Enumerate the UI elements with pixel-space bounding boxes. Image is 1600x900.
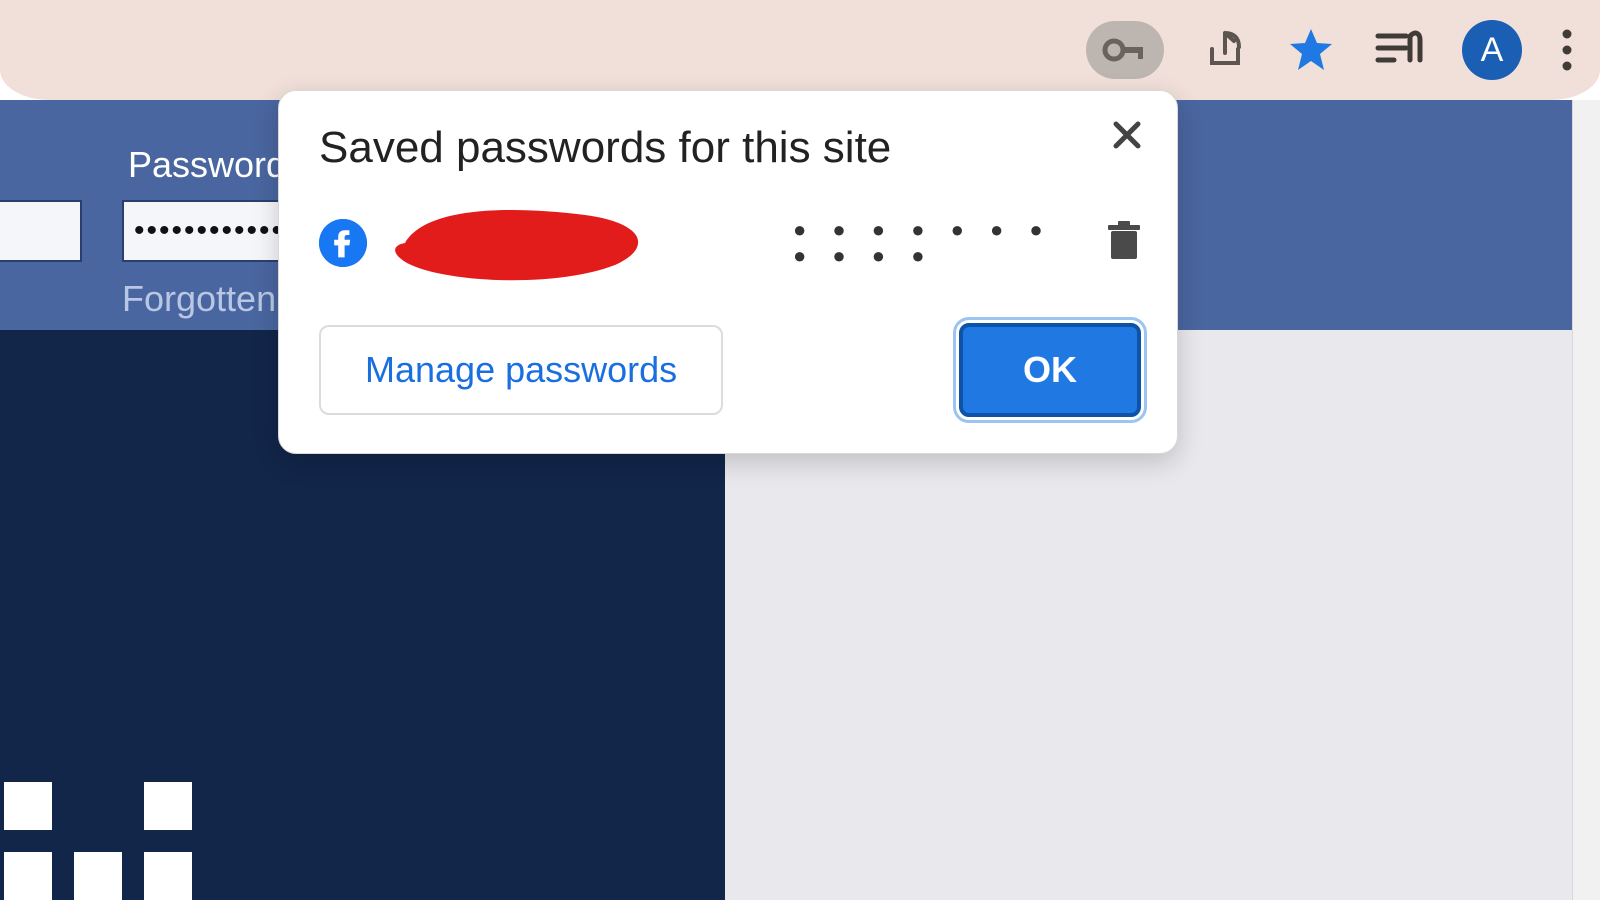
- delete-icon[interactable]: [1107, 221, 1141, 266]
- toolbar-icons: A: [1086, 20, 1592, 80]
- avatar-initial: A: [1481, 31, 1504, 70]
- saved-passwords-popup: Saved passwords for this site ● ● ● ● ● …: [278, 90, 1178, 454]
- password-label: Password: [128, 144, 286, 186]
- vertical-scrollbar[interactable]: [1572, 100, 1600, 900]
- forgotten-link[interactable]: Forgotten: [122, 278, 276, 320]
- popup-actions: Manage passwords OK: [319, 323, 1141, 417]
- reading-list-icon[interactable]: [1374, 28, 1424, 72]
- saved-password-entry[interactable]: ● ● ● ● ● ● ● ● ● ● ●: [319, 203, 1141, 283]
- close-button[interactable]: [1105, 113, 1149, 157]
- browser-toolbar: A: [0, 0, 1600, 100]
- facebook-icon: [319, 219, 367, 267]
- ok-button[interactable]: OK: [959, 323, 1141, 417]
- decorative-blocks: [4, 782, 192, 900]
- profile-avatar[interactable]: A: [1462, 20, 1522, 80]
- email-field[interactable]: [0, 200, 82, 262]
- kebab-menu-icon[interactable]: [1560, 27, 1574, 73]
- bookmark-star-icon[interactable]: [1286, 25, 1336, 75]
- username-redacted: [385, 203, 655, 283]
- share-icon[interactable]: [1202, 27, 1248, 73]
- password-field[interactable]: •••••••••••••••: [122, 200, 292, 262]
- manage-passwords-button[interactable]: Manage passwords: [319, 325, 723, 415]
- password-masked: ● ● ● ● ● ● ● ● ● ● ●: [673, 217, 1089, 269]
- password-key-icon[interactable]: [1086, 21, 1164, 79]
- popup-title: Saved passwords for this site: [319, 123, 1141, 173]
